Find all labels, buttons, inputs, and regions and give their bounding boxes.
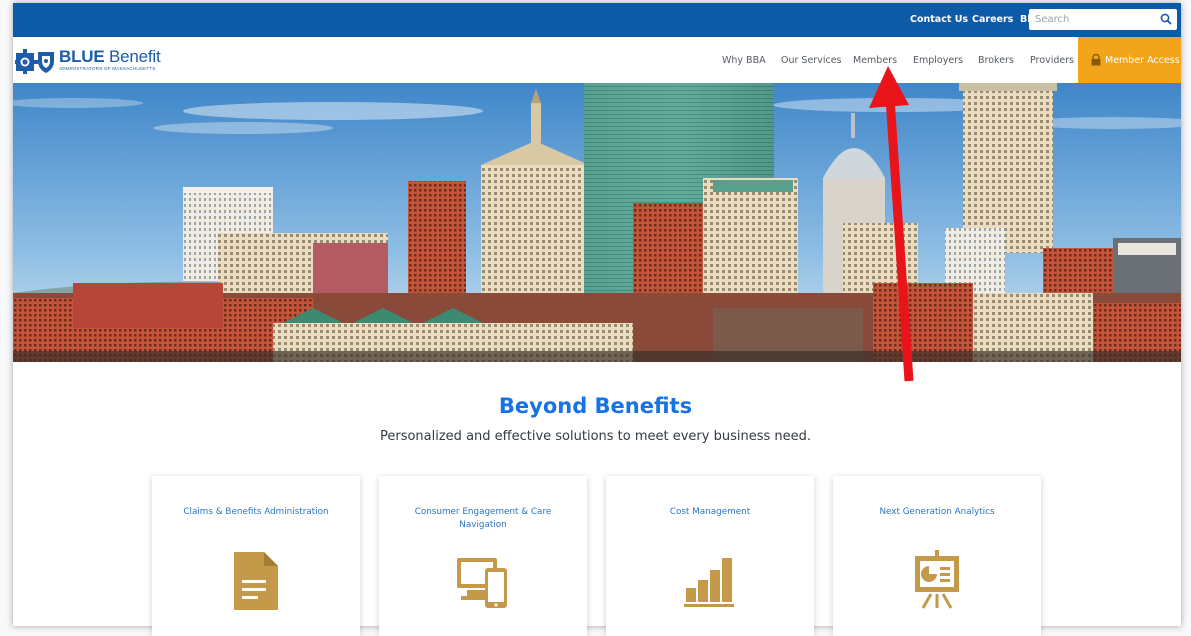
logo-wordmark: BLUE Benefit <box>59 47 161 66</box>
card-title: Cost Management <box>669 507 751 517</box>
nav-brokers[interactable]: Brokers <box>978 55 1014 66</box>
logo-tagline: ADMINISTRATORS OF MASSACHUSETTS <box>59 66 156 71</box>
search-button[interactable] <box>1155 9 1177 30</box>
utility-bar: Contact Us Careers Blog <box>13 3 1181 37</box>
nav-why-bba[interactable]: Why BBA <box>722 55 766 66</box>
card-consumer-engagement-care-navigation[interactable]: Consumer Engagement & Care Navigation <box>379 476 587 636</box>
nav-providers[interactable]: Providers <box>1030 55 1074 66</box>
card-claims-benefits-administration[interactable]: Claims & Benefits Administration <box>152 476 360 636</box>
lock-icon <box>1091 54 1101 66</box>
bba-logo[interactable]: BLUE Benefit ADMINISTRATORS OF MASSACHUS… <box>15 47 195 75</box>
card-cost-management[interactable]: Cost Management <box>606 476 814 636</box>
page-subheadline: Personalized and effective solutions to … <box>379 429 812 444</box>
blue-cross-blue-shield-icon <box>15 49 54 74</box>
devices-icon <box>457 558 507 608</box>
main-navigation: BLUE Benefit ADMINISTRATORS OF MASSACHUS… <box>13 37 1181 83</box>
bar-chart-icon <box>684 558 734 607</box>
nav-our-services[interactable]: Our Services <box>781 55 841 66</box>
search-input[interactable] <box>1029 9 1153 30</box>
card-title: Next Generation Analytics <box>879 507 995 517</box>
nav-members[interactable]: Members <box>853 55 897 66</box>
card-title: Claims & Benefits Administration <box>183 507 329 517</box>
card-title: Consumer Engagement & Care Navigation <box>414 507 552 530</box>
search-box <box>1029 9 1177 30</box>
search-icon <box>1160 13 1172 25</box>
member-access-button[interactable]: Member Access <box>1078 37 1181 83</box>
card-next-generation-analytics[interactable]: Next Generation Analytics <box>833 476 1041 636</box>
document-icon <box>234 552 278 610</box>
contact-us-link[interactable]: Contact Us <box>910 14 968 25</box>
page-headline: Beyond Benefits <box>498 394 693 418</box>
careers-link[interactable]: Careers <box>972 14 1013 25</box>
presentation-icon <box>915 550 959 609</box>
hero-skyline-image <box>13 83 1181 362</box>
nav-employers[interactable]: Employers <box>913 55 963 66</box>
